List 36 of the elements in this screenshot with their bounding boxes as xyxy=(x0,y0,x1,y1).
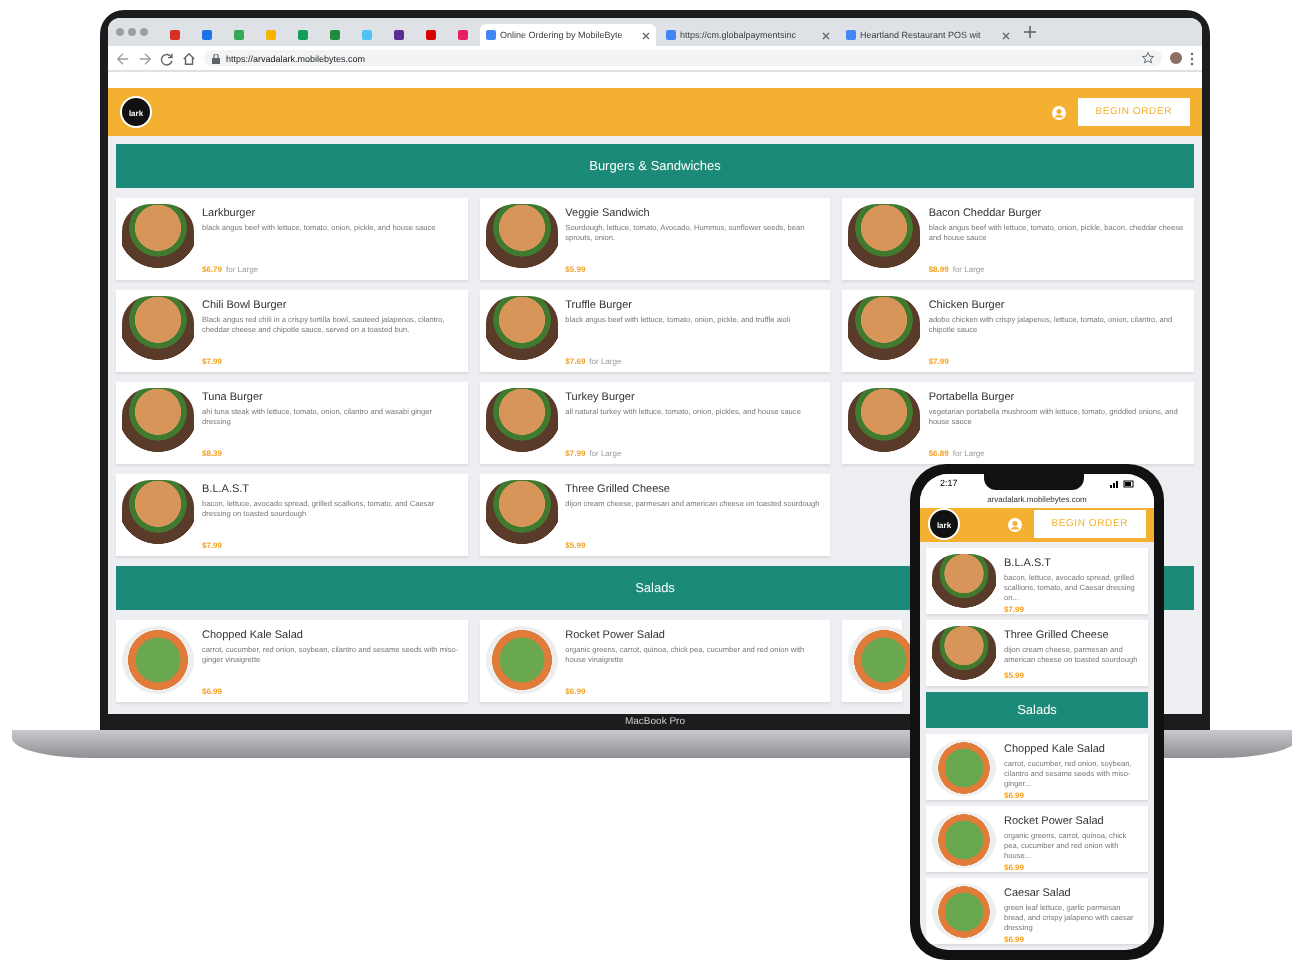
food-photo xyxy=(485,204,558,272)
food-photo xyxy=(122,296,194,364)
food-photo xyxy=(932,740,996,796)
food-photo xyxy=(122,480,194,548)
food-photo xyxy=(848,296,921,364)
food-photo xyxy=(848,388,921,456)
home-icon[interactable] xyxy=(182,51,196,65)
food-photo xyxy=(848,204,921,272)
food-photo xyxy=(932,884,996,940)
food-photo xyxy=(485,626,558,694)
favicon-icon xyxy=(846,30,856,40)
food-photo xyxy=(485,296,558,364)
star-icon[interactable] xyxy=(1142,52,1154,64)
food-photo xyxy=(932,554,996,610)
lock-icon xyxy=(212,53,220,63)
food-photo xyxy=(485,388,558,456)
food-photo xyxy=(485,480,558,548)
user-icon[interactable] xyxy=(1007,517,1022,532)
close-icon[interactable] xyxy=(822,31,830,39)
food-photo xyxy=(932,812,996,868)
profile-avatar[interactable] xyxy=(1170,52,1182,64)
food-photo xyxy=(122,388,194,456)
favicon-icon xyxy=(666,30,676,40)
close-icon[interactable] xyxy=(642,31,650,39)
status-icons-drawing xyxy=(1110,479,1135,488)
food-photo xyxy=(122,204,194,272)
favicon-icon xyxy=(486,30,496,40)
reload-icon[interactable] xyxy=(160,51,174,65)
food-photo xyxy=(122,626,194,694)
new-tab-icon[interactable] xyxy=(1024,26,1036,38)
forward-icon[interactable] xyxy=(138,51,152,65)
back-icon[interactable] xyxy=(116,51,130,65)
food-photo xyxy=(932,626,996,682)
phone-notch xyxy=(983,474,1084,490)
close-icon[interactable] xyxy=(1002,31,1010,39)
user-icon[interactable] xyxy=(1051,105,1066,119)
